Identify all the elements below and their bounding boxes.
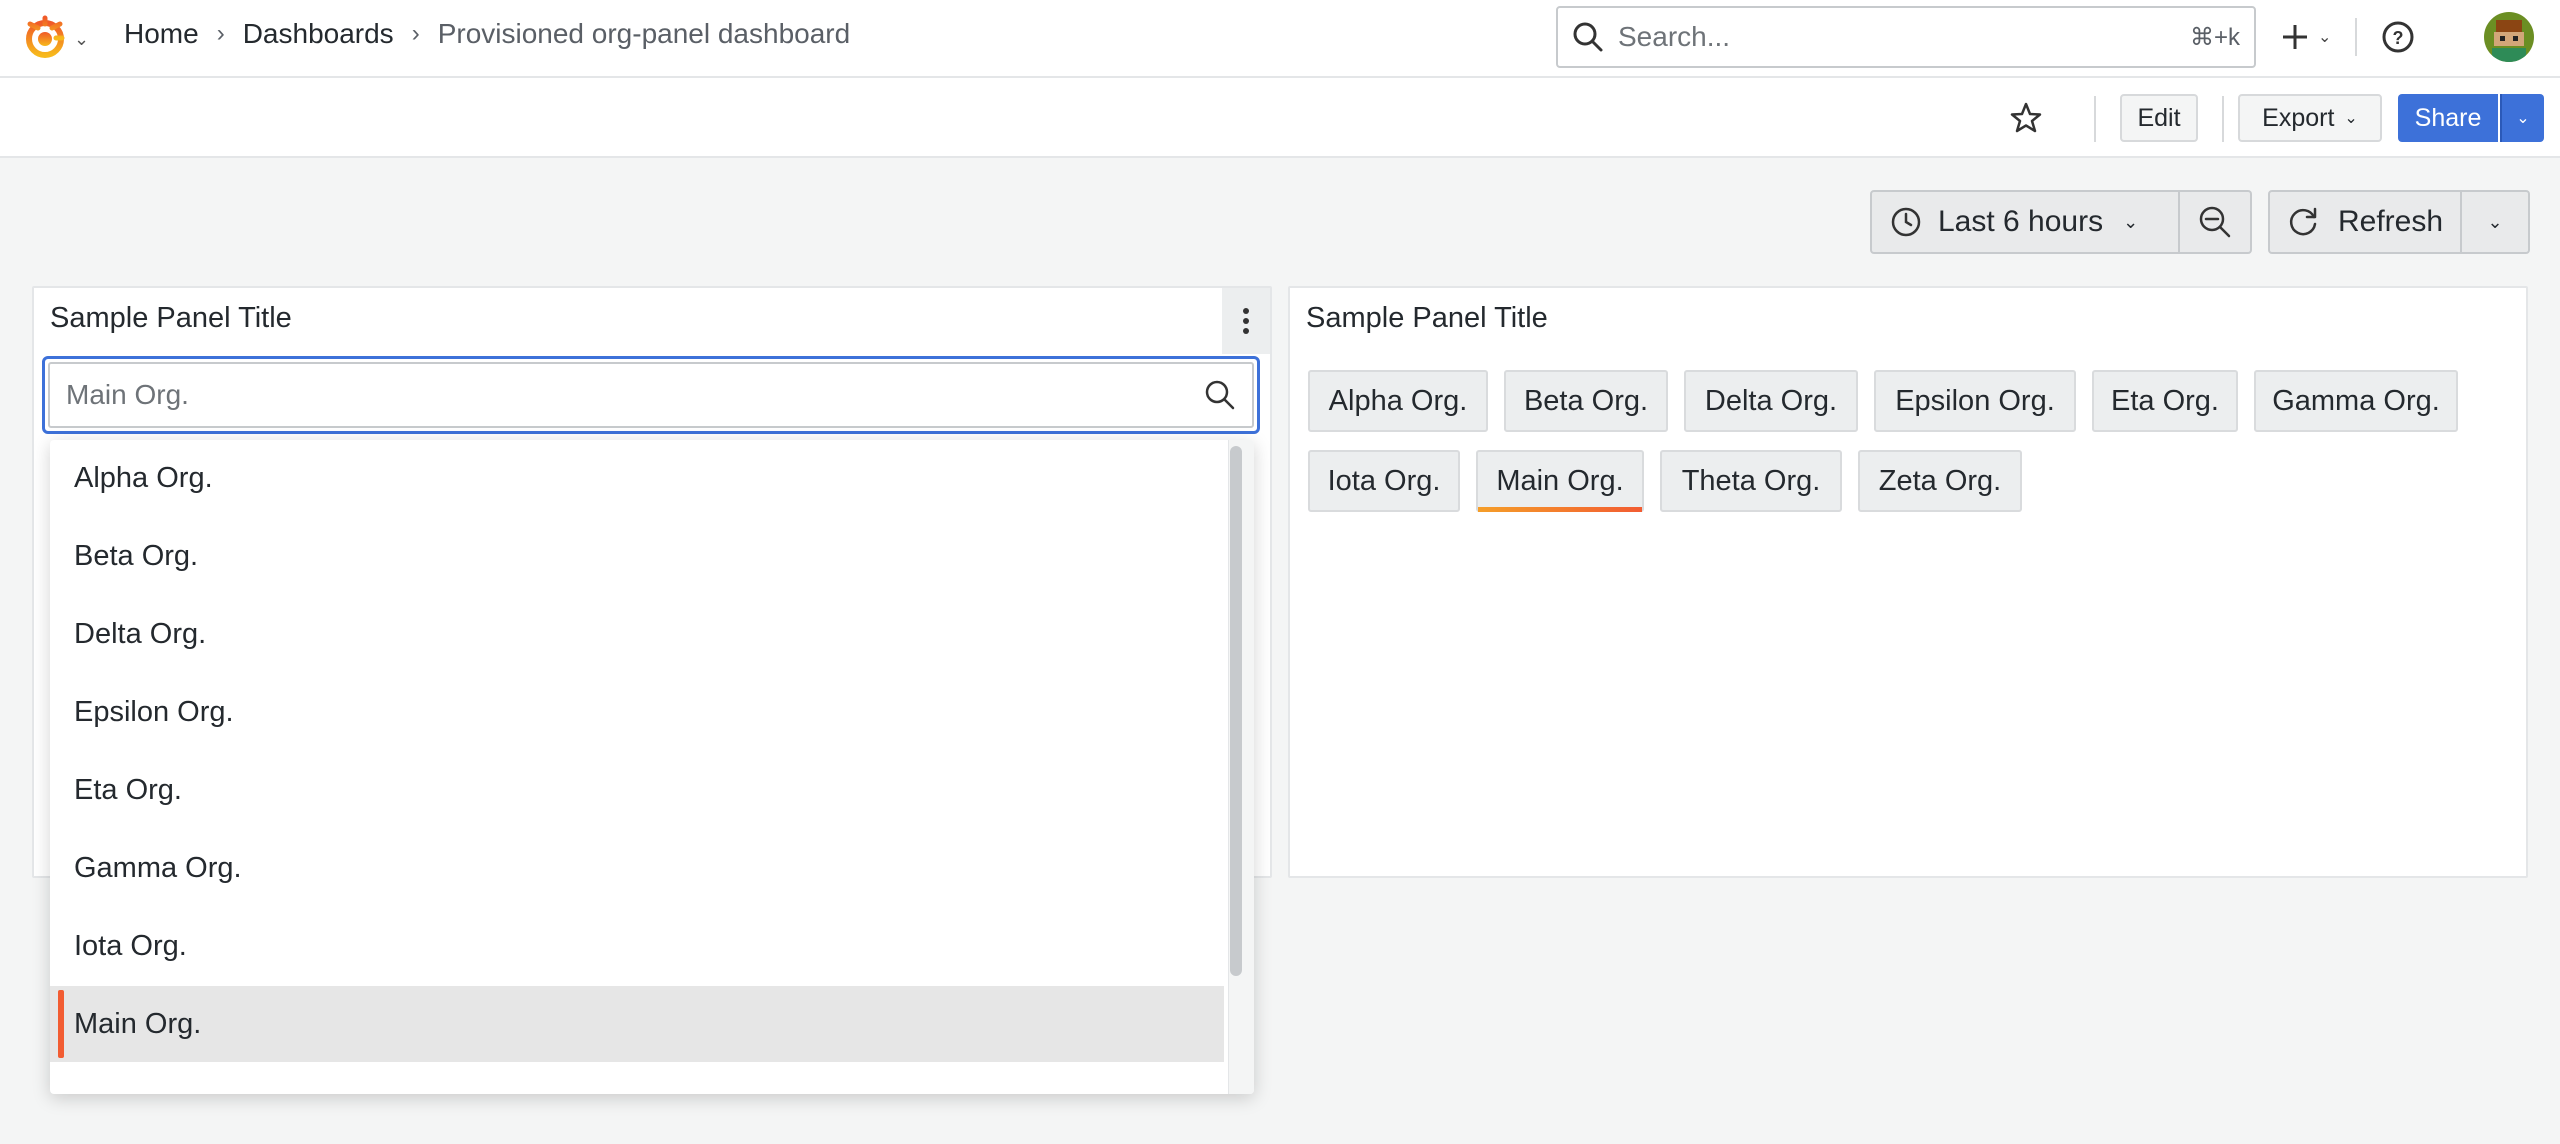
chevron-right-icon: › bbox=[411, 20, 420, 47]
org-tag-beta[interactable]: Beta Org. bbox=[1504, 370, 1668, 432]
search-shortcut: ⌘+k bbox=[2189, 23, 2240, 51]
chevron-down-icon: ⌄ bbox=[2318, 29, 2332, 46]
logo-menu[interactable]: ⌄ bbox=[22, 14, 89, 60]
org-tag-alpha[interactable]: Alpha Org. bbox=[1308, 370, 1488, 432]
chevron-right-icon: › bbox=[216, 20, 225, 47]
star-icon bbox=[2010, 102, 2042, 133]
option-delta-org[interactable]: Delta Org. bbox=[50, 596, 1224, 672]
top-bar: ⌄ Home › Dashboards › Provisioned org-pa… bbox=[0, 0, 2560, 78]
org-select-input[interactable]: Main Org. bbox=[42, 356, 1260, 434]
option-label: Main Org. bbox=[74, 1007, 202, 1040]
refresh-icon bbox=[2289, 207, 2317, 236]
panel-title: Sample Panel Title bbox=[50, 302, 292, 334]
plus-icon bbox=[2283, 25, 2307, 49]
breadcrumb: Home › Dashboards › Provisioned org-pane… bbox=[124, 18, 850, 50]
org-tag-theta[interactable]: Theta Org. bbox=[1660, 450, 1842, 512]
refresh-label: Refresh bbox=[2338, 205, 2444, 238]
divider bbox=[2222, 96, 2224, 142]
divider bbox=[2355, 18, 2358, 56]
clock-icon bbox=[1891, 207, 1921, 237]
selected-marker bbox=[58, 990, 64, 1058]
breadcrumb-home[interactable]: Home bbox=[124, 18, 199, 50]
option-main-org[interactable]: Main Org. bbox=[50, 986, 1224, 1062]
share-dropdown-button[interactable]: ⌄ bbox=[2500, 94, 2544, 142]
export-button[interactable]: Export ⌄ bbox=[2238, 94, 2382, 142]
share-button[interactable]: Share bbox=[2398, 94, 2498, 142]
option-beta-org[interactable]: Beta Org. bbox=[50, 518, 1224, 594]
kebab-menu-icon bbox=[1243, 308, 1249, 334]
refresh-interval-button[interactable]: ⌄ bbox=[2462, 190, 2530, 254]
option-iota-org[interactable]: Iota Org. bbox=[50, 908, 1224, 984]
select-placeholder: Main Org. bbox=[66, 379, 189, 410]
panel-menu-button[interactable] bbox=[1222, 288, 1270, 354]
chevron-down-icon: ⌄ bbox=[2487, 211, 2503, 232]
option-eta-org[interactable]: Eta Org. bbox=[50, 752, 1224, 828]
svg-text:?: ? bbox=[2393, 28, 2404, 48]
divider bbox=[2094, 96, 2096, 142]
org-tag-epsilon[interactable]: Epsilon Org. bbox=[1874, 370, 2076, 432]
avatar[interactable] bbox=[2484, 12, 2534, 62]
panel-title: Sample Panel Title bbox=[1306, 302, 1548, 334]
time-controls: Last 6 hours ⌄ Refresh ⌄ bbox=[1870, 190, 2530, 254]
chevron-down-icon: ⌄ bbox=[2516, 110, 2530, 127]
org-tag-delta[interactable]: Delta Org. bbox=[1684, 370, 1858, 432]
org-tag-iota[interactable]: Iota Org. bbox=[1308, 450, 1460, 512]
panel-org-tags: Sample Panel Title Alpha Org. Beta Org. … bbox=[1288, 286, 2528, 878]
search-icon bbox=[1205, 380, 1235, 410]
time-range-picker[interactable]: Last 6 hours ⌄ bbox=[1870, 190, 2180, 254]
option-epsilon-org[interactable]: Epsilon Org. bbox=[50, 674, 1224, 750]
org-tag-zeta[interactable]: Zeta Org. bbox=[1858, 450, 2022, 512]
refresh-button[interactable]: Refresh bbox=[2268, 190, 2462, 254]
chevron-down-icon: ⌄ bbox=[2344, 110, 2358, 127]
chevron-down-icon: ⌄ bbox=[2123, 211, 2139, 232]
org-tag-eta[interactable]: Eta Org. bbox=[2092, 370, 2238, 432]
org-tag-gamma[interactable]: Gamma Org. bbox=[2254, 370, 2458, 432]
search-placeholder: Search... bbox=[1618, 21, 1731, 52]
favorite-button[interactable] bbox=[2004, 96, 2048, 140]
export-label: Export bbox=[2262, 103, 2335, 132]
search-icon bbox=[1573, 22, 1603, 52]
chevron-down-icon: ⌄ bbox=[74, 28, 90, 49]
option-alpha-org[interactable]: Alpha Org. bbox=[50, 440, 1224, 516]
breadcrumb-dashboards[interactable]: Dashboards bbox=[243, 18, 394, 50]
grafana-logo-icon bbox=[26, 15, 65, 58]
breadcrumb-current: Provisioned org-panel dashboard bbox=[437, 18, 851, 49]
time-range-label: Last 6 hours bbox=[1938, 205, 2104, 238]
search-input[interactable]: Search... ⌘+k bbox=[1556, 6, 2256, 68]
dashboard-toolbar: Edit Export ⌄ Share ⌄ bbox=[0, 78, 2560, 158]
new-menu-button[interactable]: ⌄ bbox=[2280, 22, 2331, 52]
org-tag-main[interactable]: Main Org. bbox=[1476, 450, 1644, 512]
org-dropdown-list: Alpha Org. Beta Org. Delta Org. Epsilon … bbox=[50, 440, 1254, 1094]
zoom-out-icon bbox=[2199, 206, 2231, 238]
help-icon[interactable]: ? bbox=[2381, 20, 2415, 54]
option-gamma-org[interactable]: Gamma Org. bbox=[50, 830, 1224, 906]
zoom-out-button[interactable] bbox=[2180, 190, 2252, 254]
edit-button[interactable]: Edit bbox=[2120, 94, 2198, 142]
scrollbar-thumb[interactable] bbox=[1230, 446, 1242, 976]
